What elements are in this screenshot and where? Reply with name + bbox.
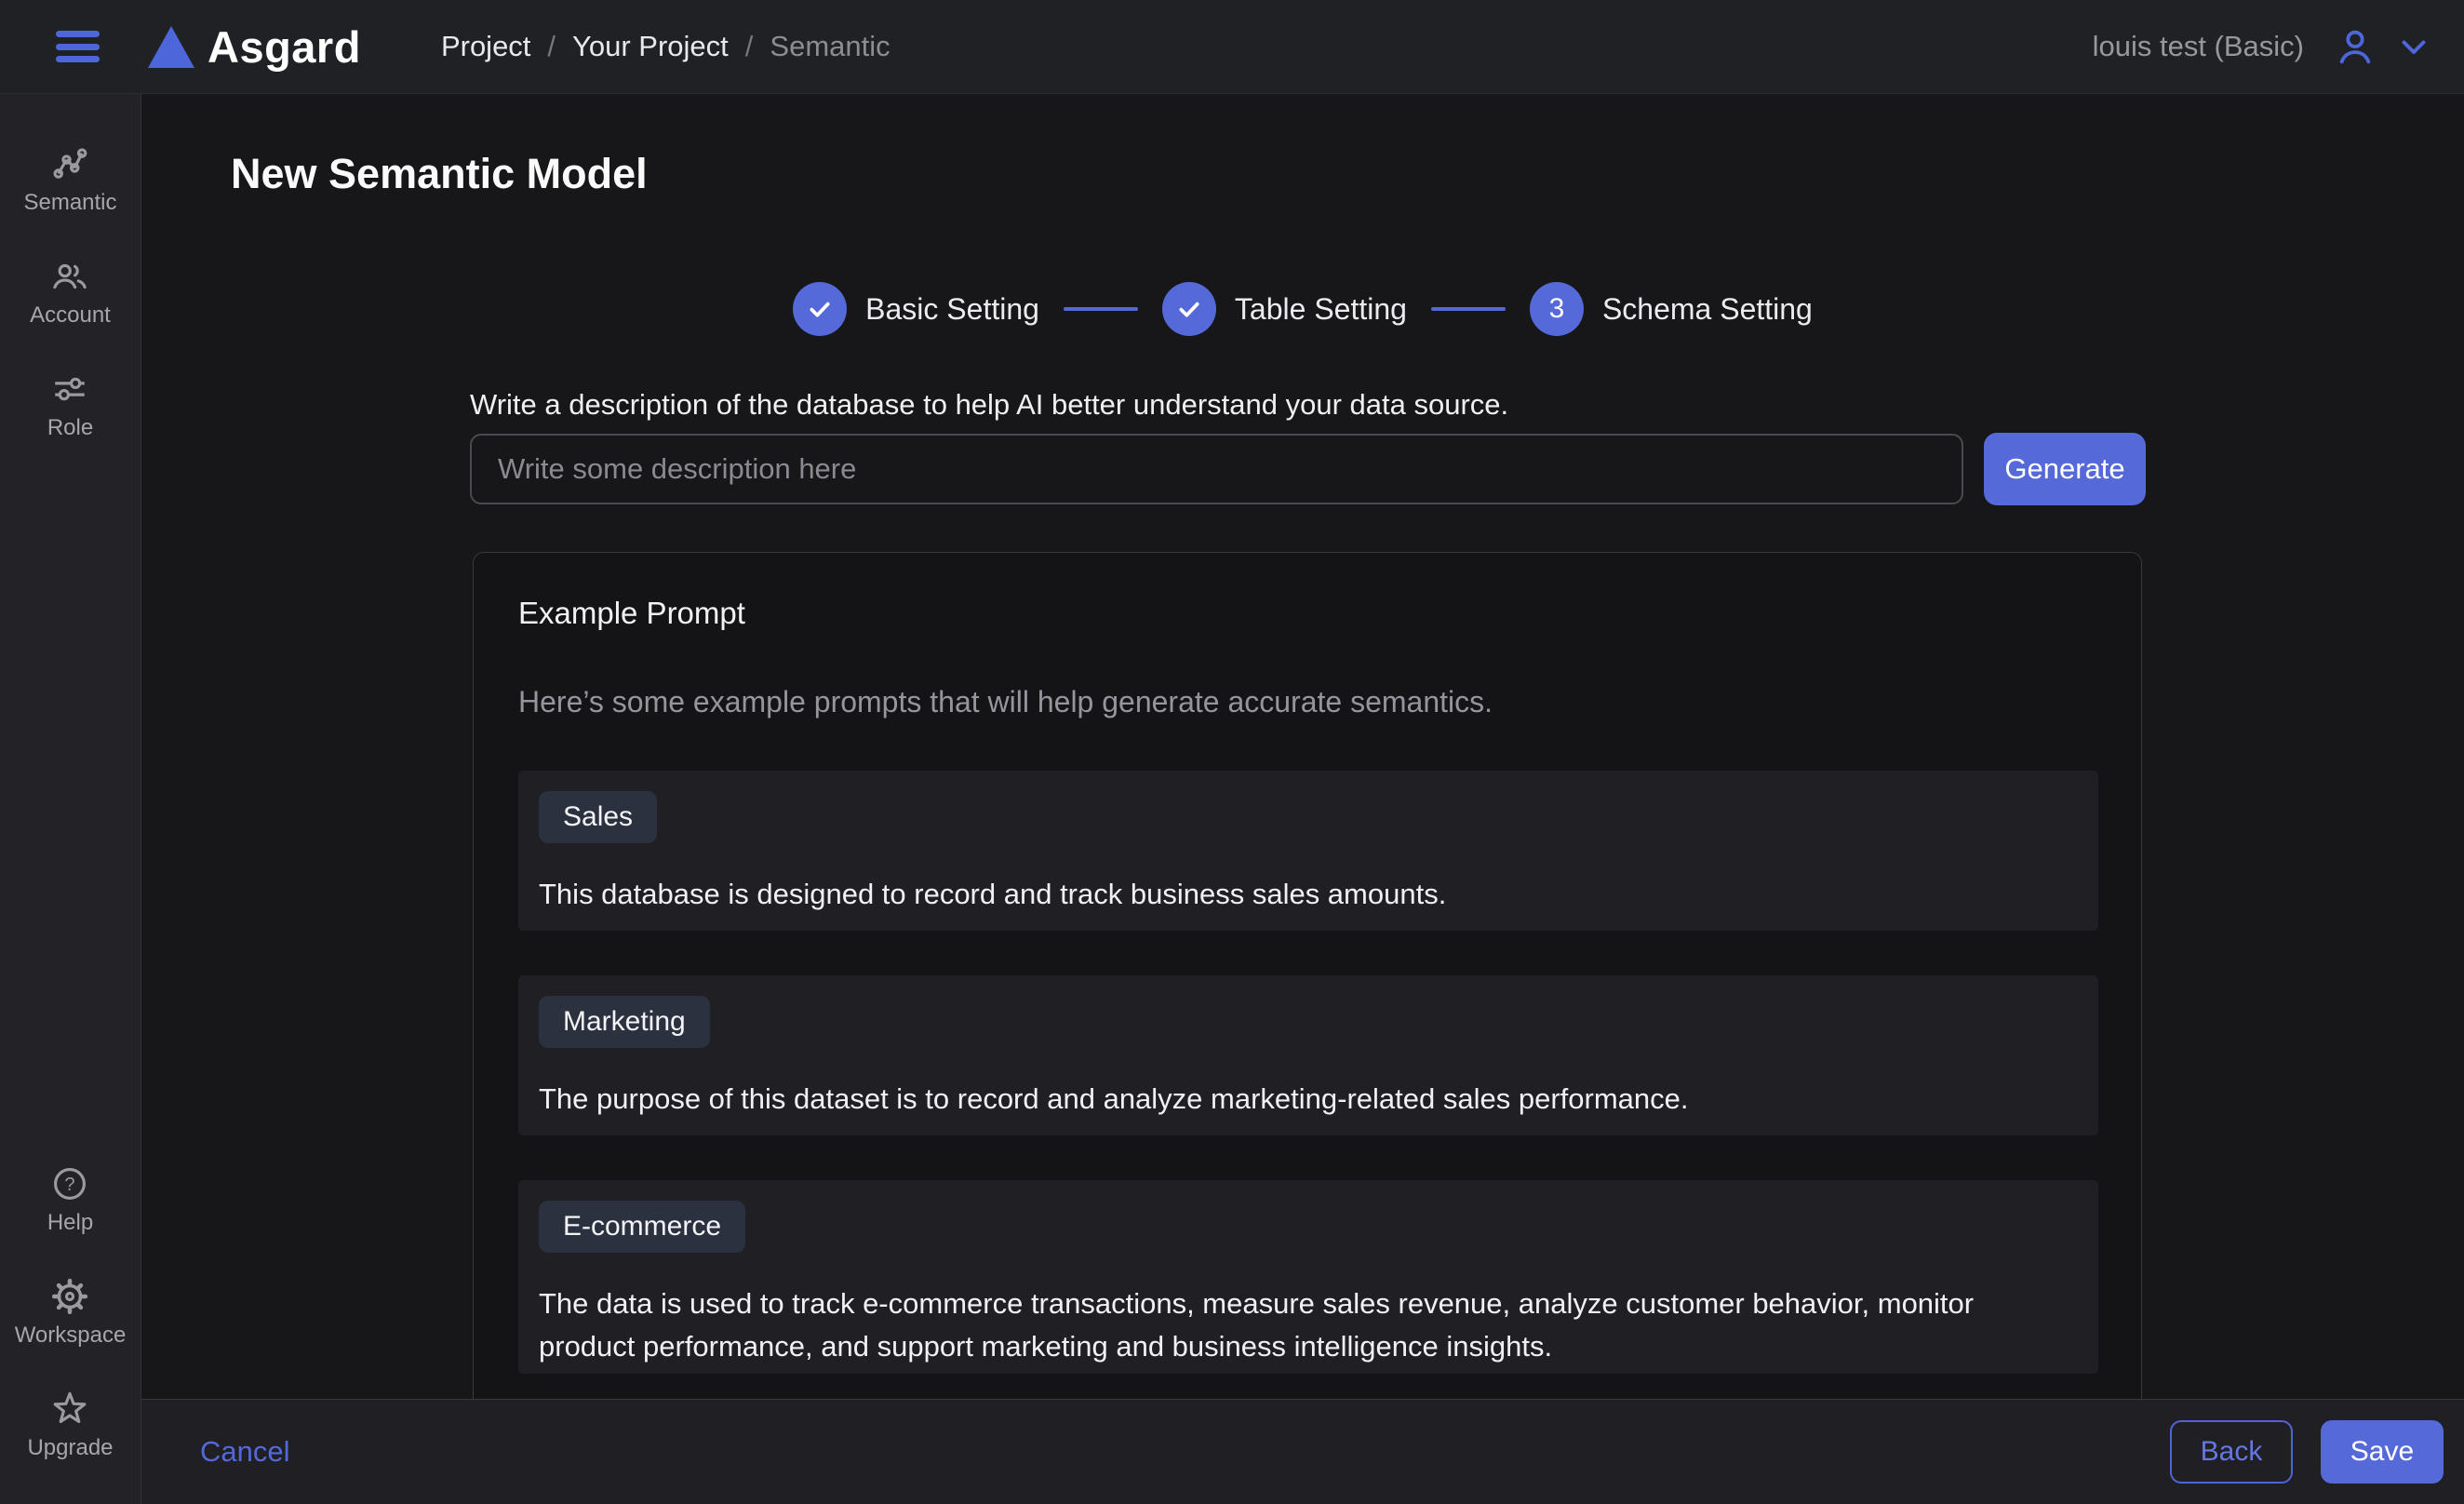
page-title: New Semantic Model (231, 150, 648, 198)
account-people-icon (50, 257, 89, 296)
description-helper-text: Write a description of the database to h… (470, 388, 1508, 422)
example-tag: E-commerce (539, 1201, 745, 1253)
breadcrumb-semantic: Semantic (770, 30, 890, 63)
logo-triangle-icon (148, 26, 194, 68)
example-item-sales[interactable]: Sales This database is designed to recor… (518, 771, 2098, 931)
step-connector (1064, 307, 1138, 311)
breadcrumb-project[interactable]: Project (441, 30, 530, 63)
example-card-subtitle: Here’s some example prompts that will he… (518, 685, 1493, 719)
step-indicator-completed (1162, 282, 1216, 336)
sidebar-item-label: Role (47, 415, 93, 441)
step-schema-setting[interactable]: 3 Schema Setting (1530, 282, 1813, 336)
example-item-marketing[interactable]: Marketing The purpose of this dataset is… (518, 975, 2098, 1135)
sidebar-item-upgrade[interactable]: Upgrade (15, 1390, 127, 1461)
help-icon: ? (50, 1164, 89, 1203)
chevron-down-icon[interactable] (2397, 30, 2431, 63)
step-indicator-completed (793, 282, 847, 336)
example-prompt-card: Example Prompt Here’s some example promp… (473, 552, 2142, 1504)
back-button[interactable]: Back (2170, 1420, 2293, 1484)
check-icon (1174, 294, 1204, 324)
example-tag: Marketing (539, 996, 710, 1048)
user-name-label: louis test (Basic) (2093, 30, 2304, 63)
svg-text:?: ? (65, 1175, 75, 1195)
step-label: Basic Setting (865, 292, 1039, 327)
sidebar-item-semantic[interactable]: Semantic (23, 144, 116, 216)
user-avatar-icon[interactable] (2334, 25, 2377, 68)
sidebar-item-label: Account (30, 302, 111, 329)
sidebar-item-role[interactable]: Role (23, 369, 116, 441)
example-description: The data is used to track e-commerce tra… (539, 1282, 2074, 1368)
stepper: Basic Setting Table Setting 3 Schema Set… (141, 282, 2464, 336)
sidebar-item-label: Workspace (15, 1323, 127, 1349)
sidebar-item-label: Help (47, 1210, 93, 1236)
example-tag: Sales (539, 791, 657, 843)
description-input[interactable] (470, 434, 1963, 504)
example-card-title: Example Prompt (518, 596, 745, 631)
sidebar-item-workspace[interactable]: Workspace (15, 1277, 127, 1349)
breadcrumb-separator: / (745, 30, 754, 63)
step-label: Schema Setting (1602, 292, 1813, 327)
example-item-ecommerce[interactable]: E-commerce The data is used to track e-c… (518, 1180, 2098, 1374)
step-basic-setting[interactable]: Basic Setting (793, 282, 1039, 336)
example-description: The purpose of this dataset is to record… (539, 1078, 2074, 1121)
generate-button[interactable]: Generate (1984, 433, 2146, 505)
sidebar-item-help[interactable]: ? Help (15, 1164, 127, 1236)
breadcrumb-your-project[interactable]: Your Project (572, 30, 729, 63)
topbar: Asgard Project / Your Project / Semantic… (0, 0, 2464, 94)
step-indicator-number: 3 (1530, 282, 1584, 336)
cancel-link[interactable]: Cancel (200, 1435, 290, 1469)
footer-action-bar: Cancel Back Save (141, 1399, 2464, 1504)
sidebar: Semantic Account Role (0, 94, 141, 1504)
menu-icon[interactable] (56, 31, 100, 62)
save-button[interactable]: Save (2321, 1420, 2444, 1484)
gear-icon (50, 1277, 89, 1316)
step-table-setting[interactable]: Table Setting (1162, 282, 1407, 336)
star-icon (50, 1390, 89, 1429)
app-root: Asgard Project / Your Project / Semantic… (0, 0, 2464, 1504)
semantic-graph-icon (50, 144, 89, 183)
brand-title: Asgard (208, 21, 361, 73)
sidebar-top-group: Semantic Account Role (23, 144, 116, 441)
example-description: This database is designed to record and … (539, 873, 2074, 916)
main-content: New Semantic Model Basic Setting Table S… (141, 94, 2464, 1504)
step-connector (1431, 307, 1506, 311)
sidebar-item-label: Upgrade (27, 1435, 113, 1461)
sidebar-item-account[interactable]: Account (23, 257, 116, 329)
check-icon (805, 294, 835, 324)
breadcrumb: Project / Your Project / Semantic (441, 30, 891, 63)
role-sliders-icon (50, 369, 89, 409)
sidebar-item-label: Semantic (23, 190, 116, 216)
step-label: Table Setting (1235, 292, 1407, 327)
breadcrumb-separator: / (547, 30, 556, 63)
user-area[interactable]: louis test (Basic) (2093, 25, 2464, 68)
sidebar-bottom-group: ? Help Workspace (15, 1164, 127, 1461)
description-input-row: Generate (470, 433, 2146, 505)
